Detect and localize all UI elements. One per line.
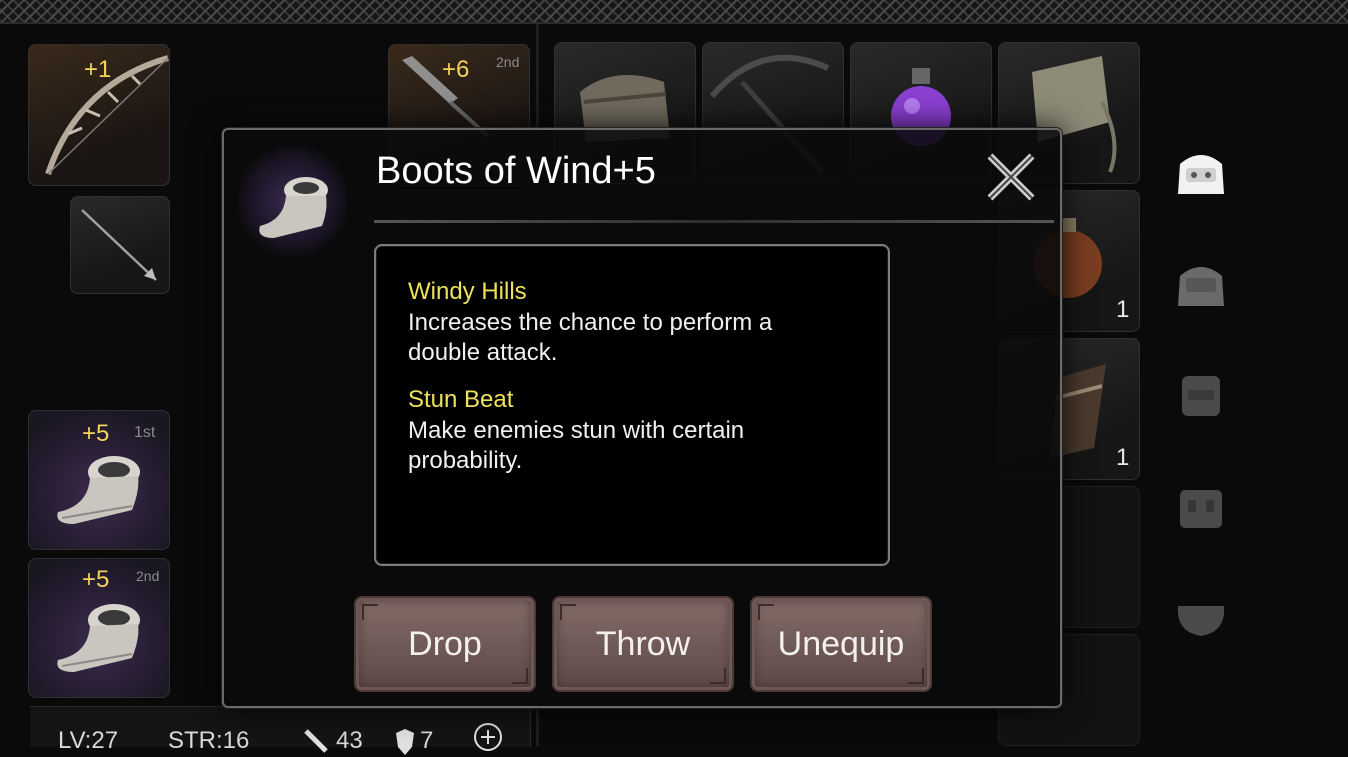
level-stat: LV:27 <box>58 727 119 754</box>
add-stat-icon[interactable] <box>472 721 504 753</box>
gray-backpack-icon[interactable] <box>1172 260 1230 310</box>
bow-slot[interactable]: +1 <box>28 44 170 186</box>
boots-icon <box>57 604 140 672</box>
arrow-slot[interactable] <box>70 196 170 294</box>
sword-icon <box>304 729 328 753</box>
shield-icon <box>396 729 414 755</box>
arrow-icon <box>81 209 157 281</box>
attack-stat: 43 <box>336 727 363 754</box>
white-backpack-icon[interactable] <box>1172 148 1230 198</box>
throw-button[interactable]: Throw <box>552 596 734 692</box>
defense-stat: 7 <box>420 727 434 754</box>
item-image-frame <box>238 146 348 256</box>
skill-tooltip: Windy Hills Increases the chance to perf… <box>374 244 890 566</box>
close-x-icon[interactable] <box>982 148 1040 206</box>
boots-icon <box>259 177 328 238</box>
flask-count: 1 <box>1116 296 1130 323</box>
unequip-button[interactable]: Unequip <box>750 596 932 692</box>
gray-backpack-icon[interactable] <box>1172 482 1230 532</box>
skill-name-windy-hills: Windy Hills <box>408 278 527 305</box>
skill-desc-stun-beat: Make enemies stun with certain probabili… <box>408 417 745 474</box>
title-divider <box>374 220 1054 223</box>
item-title: Boots of Wind+5 <box>376 150 656 192</box>
gray-backpack-icon[interactable] <box>1172 370 1230 420</box>
skill-desc-windy-hills: Increases the chance to perform a double… <box>408 309 773 366</box>
top-border <box>0 0 1348 24</box>
strength-stat: STR:16 <box>168 727 250 754</box>
skill-name-stun-beat: Stun Beat <box>408 386 514 413</box>
item-detail-dialog: Boots of Wind+5 lightly crafted boots. Y… <box>222 128 1062 708</box>
barbed-bow-icon <box>45 55 169 175</box>
status-bar: LV:27 STR:16 43 7 <box>30 706 531 755</box>
boots-icon <box>57 456 140 524</box>
gray-backpack-icon[interactable] <box>1172 592 1230 642</box>
boots-slot-2[interactable]: +5 2nd <box>28 558 170 698</box>
logs-count: 1 <box>1116 444 1130 471</box>
boots-slot-1[interactable]: +5 1st <box>28 410 170 550</box>
drop-button[interactable]: Drop <box>354 596 536 692</box>
